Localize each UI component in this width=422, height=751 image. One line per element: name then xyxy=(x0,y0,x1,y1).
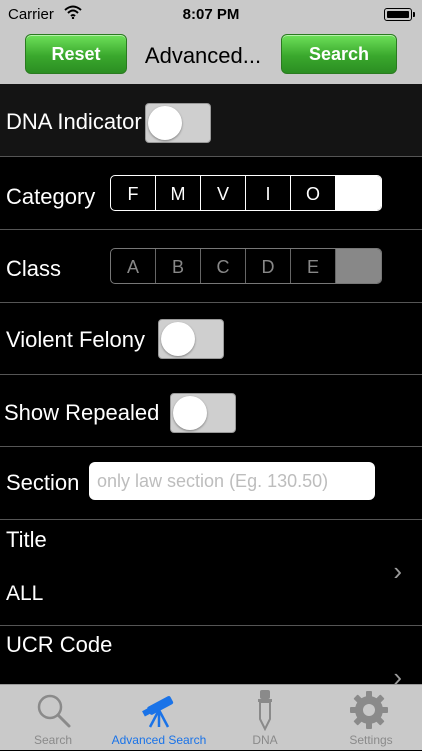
switch-knob xyxy=(148,106,182,140)
title-label: Title xyxy=(6,527,47,552)
dna-indicator-label: DNA Indicator xyxy=(6,109,142,134)
tab-bar: Search Advanced Search DNA Settings xyxy=(0,684,422,750)
page-title: Advanced... xyxy=(144,43,262,68)
gear-icon xyxy=(350,691,388,729)
switch-knob xyxy=(161,322,195,356)
section-row: Section xyxy=(0,447,422,520)
class-option-a[interactable]: A xyxy=(111,249,156,283)
tab-advanced-search[interactable]: Advanced Search xyxy=(106,685,212,751)
ucr-code-label: UCR Code xyxy=(6,632,113,657)
battery-icon xyxy=(384,8,415,21)
category-option-none[interactable] xyxy=(336,176,381,210)
switch-knob xyxy=(173,396,207,430)
violent-felony-label: Violent Felony xyxy=(6,327,146,352)
category-option-o[interactable]: O xyxy=(291,176,336,210)
show-repealed-switch[interactable] xyxy=(170,393,236,433)
search-icon xyxy=(37,694,71,728)
title-value: ALL xyxy=(6,582,44,605)
search-button[interactable]: Search xyxy=(281,34,397,74)
tab-label: DNA xyxy=(252,733,278,747)
show-repealed-label: Show Repealed xyxy=(4,400,160,425)
category-option-m[interactable]: M xyxy=(156,176,201,210)
violent-felony-row: Violent Felony xyxy=(0,303,422,375)
class-option-c[interactable]: C xyxy=(201,249,246,283)
class-option-none[interactable] xyxy=(336,249,381,283)
telescope-icon xyxy=(142,696,174,728)
category-option-i[interactable]: I xyxy=(246,176,291,210)
clock: 8:07 PM xyxy=(182,6,240,23)
tab-dna[interactable]: DNA xyxy=(212,685,318,751)
navigation-bar: Reset Advanced... Search xyxy=(0,30,422,85)
show-repealed-row: Show Repealed xyxy=(0,375,422,447)
ucr-code-row[interactable]: UCR Code › xyxy=(0,626,422,692)
category-label: Category xyxy=(6,184,96,209)
title-row[interactable]: Title ALL › xyxy=(0,520,422,626)
section-label: Section xyxy=(6,470,80,495)
class-label: Class xyxy=(6,256,62,281)
category-segmented-control: F M V I O xyxy=(110,175,382,211)
violent-felony-switch[interactable] xyxy=(158,319,224,359)
section-input[interactable] xyxy=(89,462,375,500)
category-row: Category F M V I O xyxy=(0,157,422,230)
reset-button[interactable]: Reset xyxy=(25,34,127,74)
chevron-right-icon: › xyxy=(393,556,402,586)
status-bar: Carrier 8:07 PM xyxy=(0,0,422,30)
class-option-d[interactable]: D xyxy=(246,249,291,283)
tab-label: Advanced Search xyxy=(111,733,207,747)
class-option-e[interactable]: E xyxy=(291,249,336,283)
category-option-v[interactable]: V xyxy=(201,176,246,210)
class-segmented-control: A B C D E xyxy=(110,248,382,284)
category-option-f[interactable]: F xyxy=(111,176,156,210)
tab-label: Search xyxy=(33,733,73,747)
class-option-b[interactable]: B xyxy=(156,249,201,283)
dna-indicator-row: DNA Indicator xyxy=(0,84,422,157)
tab-search[interactable]: Search xyxy=(0,685,106,751)
tab-label: Settings xyxy=(349,733,393,747)
tab-settings[interactable]: Settings xyxy=(318,685,422,751)
class-row: Class A B C D E xyxy=(0,230,422,303)
dropper-icon xyxy=(258,690,272,731)
dna-indicator-switch[interactable] xyxy=(145,103,211,143)
